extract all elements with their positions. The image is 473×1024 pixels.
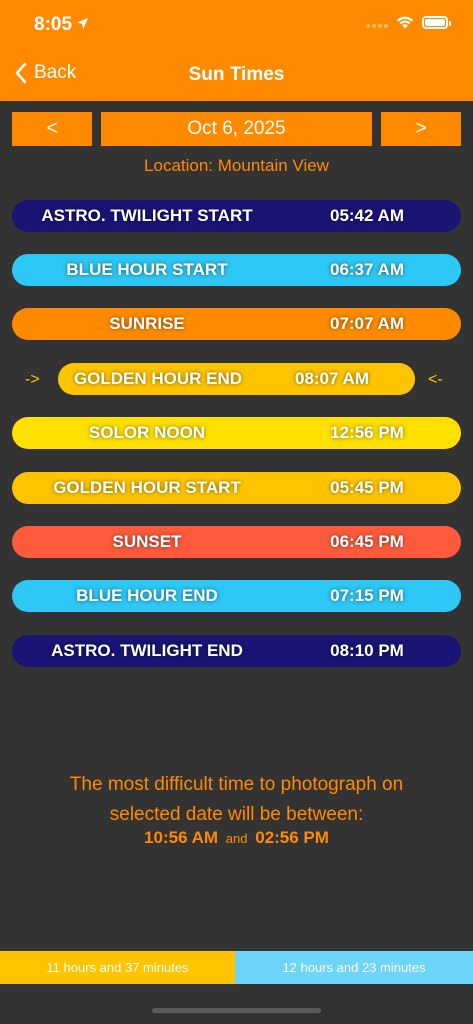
event-row-blue-hour-start: BLUE HOUR START 06:37 AM xyxy=(12,254,461,286)
event-label: ASTRO. TWILIGHT END xyxy=(51,641,243,660)
event-row-sunrise: SUNRISE 07:07 AM xyxy=(12,308,461,340)
date-picker-button[interactable]: Oct 6, 2025 xyxy=(101,112,372,146)
wifi-icon xyxy=(397,16,413,29)
event-time: 06:45 PM xyxy=(330,532,404,551)
nav-header: 8:05 Back Sun Times xyxy=(0,0,473,101)
difficult-time-range: 10:56 AM and 02:56 PM xyxy=(0,828,473,848)
status-icons xyxy=(366,16,451,29)
event-time: 07:15 PM xyxy=(330,586,404,605)
event-time: 05:42 AM xyxy=(329,206,404,225)
difficult-time-note: The most difficult time to photograph on… xyxy=(0,770,473,830)
battery-icon xyxy=(422,16,451,29)
night-duration: 12 hours and 23 minutes xyxy=(235,951,473,984)
difficult-line1: The most difficult time to photograph on xyxy=(69,774,404,795)
event-label: GOLDEN HOUR END xyxy=(73,369,243,388)
page-title: Sun Times xyxy=(188,64,285,85)
event-time: 07:07 AM xyxy=(329,314,404,333)
location-label: Location: Mountain View xyxy=(144,156,329,175)
difficult-and: and xyxy=(225,831,248,846)
event-time: 08:07 AM xyxy=(294,369,369,388)
event-row-astro-twilight-start: ASTRO. TWILIGHT START 05:42 AM xyxy=(12,200,461,232)
current-marker-right: <- xyxy=(428,371,443,388)
status-time: 8:05 xyxy=(34,14,89,36)
event-row-golden-hour-end: GOLDEN HOUR END 08:07 AM xyxy=(58,363,415,395)
event-row-blue-hour-end: BLUE HOUR END 07:15 PM xyxy=(12,580,461,612)
event-label: BLUE HOUR END xyxy=(76,586,218,605)
event-row-sunset: SUNSET 06:45 PM xyxy=(12,526,461,558)
status-time-text: 8:05 xyxy=(34,14,73,35)
event-time: 06:37 AM xyxy=(329,260,404,279)
difficult-start-time: 10:56 AM xyxy=(144,828,219,847)
event-label: GOLDEN HOUR START xyxy=(53,478,241,497)
prev-day-button[interactable]: < xyxy=(12,112,92,146)
location-arrow-icon xyxy=(76,17,89,34)
event-label: ASTRO. TWILIGHT START xyxy=(41,206,253,225)
home-indicator[interactable] xyxy=(152,1008,321,1013)
event-label: BLUE HOUR START xyxy=(66,260,228,279)
event-time: 08:10 PM xyxy=(330,641,404,660)
event-row-astro-twilight-end: ASTRO. TWILIGHT END 08:10 PM xyxy=(12,635,461,667)
difficult-line2: selected date will be between: xyxy=(109,804,364,825)
signal-icon xyxy=(366,18,388,28)
next-day-button[interactable]: > xyxy=(381,112,461,146)
current-marker-left: -> xyxy=(25,371,40,388)
event-row-golden-hour-start: GOLDEN HOUR START 05:45 PM xyxy=(12,472,461,504)
difficult-end-time: 02:56 PM xyxy=(255,828,329,847)
event-row-solar-noon: SOLOR NOON 12:56 PM xyxy=(12,417,461,449)
daylight-duration: 11 hours and 37 minutes xyxy=(0,951,235,984)
event-time: 12:56 PM xyxy=(330,423,404,442)
event-label: SUNRISE xyxy=(109,314,185,333)
event-time: 05:45 PM xyxy=(330,478,404,497)
event-label: SOLOR NOON xyxy=(88,423,206,442)
event-label: SUNSET xyxy=(112,532,182,551)
